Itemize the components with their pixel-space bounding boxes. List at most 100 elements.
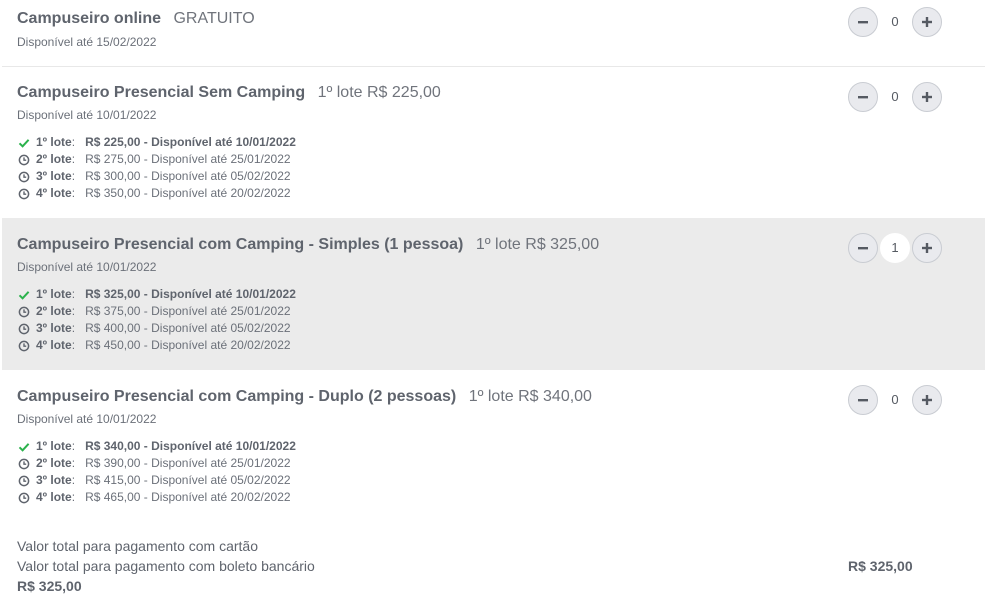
ticket-presencial-camping-duplo: Campuseiro Presencial com Camping - Dupl… [2, 370, 985, 522]
lot-label: 3º lote [36, 321, 72, 335]
ticket-selection-page: Campuseiro online GRATUITO Disponível at… [0, 0, 985, 605]
ticket-availability: Disponível até 10/01/2022 [17, 412, 157, 426]
ticket-availability: Disponível até 10/01/2022 [17, 108, 157, 122]
lot-label: 3º lote [36, 169, 72, 183]
check-icon [18, 289, 30, 301]
minus-icon [858, 96, 868, 99]
total-card-amount: R$ 325,00 [17, 578, 82, 594]
lot-label: 2º lote [36, 152, 72, 166]
lot-row: 2º lote: R$ 275,00 - Disponível até 25/01… [18, 151, 296, 168]
lot-separator: : [71, 473, 76, 487]
lot-detail: R$ 465,00 - Disponível até 20/02/2022 [85, 490, 291, 504]
total-card-label: Valor total para pagamento com cartão [17, 538, 258, 554]
lot-separator: : [71, 169, 76, 183]
minus-icon [858, 399, 868, 402]
lot-detail: R$ 225,00 - Disponível até 10/01/2022 [85, 135, 296, 149]
lot-label: 1º lote [36, 135, 72, 149]
lot-list: 1º lote: R$ 225,00 - Disponível até 10/01… [18, 134, 296, 202]
lot-list: 1º lote: R$ 340,00 - Disponível até 10/01… [18, 438, 296, 506]
ticket-name: Campuseiro online [17, 10, 162, 27]
clock-icon [18, 154, 30, 166]
decrease-button[interactable] [848, 7, 878, 37]
lot-label: 2º lote [36, 456, 72, 470]
lot-row: 2º lote: R$ 390,00 - Disponível até 25/01… [18, 455, 296, 472]
ticket-header: Campuseiro online GRATUITO [17, 10, 255, 28]
lot-detail: R$ 275,00 - Disponível até 25/01/2022 [85, 152, 291, 166]
decrease-button[interactable] [848, 233, 878, 263]
lot-row: 3º lote: R$ 415,00 - Disponível até 05/02… [18, 472, 296, 489]
lot-label: 1º lote [36, 439, 72, 453]
quantity-value[interactable]: 0 [880, 385, 910, 415]
lot-detail: R$ 450,00 - Disponível até 20/02/2022 [85, 338, 291, 352]
lot-detail: R$ 415,00 - Disponível até 05/02/2022 [85, 473, 291, 487]
lot-label: 1º lote [36, 287, 72, 301]
ticket-price: 1º lote R$ 325,00 [475, 236, 600, 253]
ticket-availability: Disponível até 15/02/2022 [17, 35, 157, 49]
lot-separator: : [71, 287, 76, 301]
check-icon [18, 137, 30, 149]
lot-detail: R$ 390,00 - Disponível até 25/01/2022 [85, 456, 291, 470]
quantity-stepper: 0 [848, 82, 944, 114]
ticket-header: Campuseiro Presencial com Camping - Simp… [17, 236, 599, 254]
ticket-availability: Disponível até 10/01/2022 [17, 260, 157, 274]
ticket-header: Campuseiro Presencial Sem Camping 1º lot… [17, 84, 441, 102]
ticket-campuseiro-online: Campuseiro online GRATUITO Disponível at… [2, 0, 985, 66]
lot-separator: : [71, 135, 76, 149]
check-icon [18, 441, 30, 453]
increase-button[interactable] [912, 233, 942, 263]
lot-row: 4º lote: R$ 350,00 - Disponível até 20/02… [18, 185, 296, 202]
plus-icon [922, 395, 932, 405]
quantity-stepper: 1 [848, 233, 944, 265]
lot-row: 1º lote: R$ 325,00 - Disponível até 10/01… [18, 286, 296, 303]
total-boleto-label: Valor total para pagamento com boleto ba… [17, 558, 315, 574]
plus-icon [922, 92, 932, 102]
lot-detail: R$ 325,00 - Disponível até 10/01/2022 [85, 287, 296, 301]
lot-row: 3º lote: R$ 400,00 - Disponível até 05/02… [18, 320, 296, 337]
increase-button[interactable] [912, 7, 942, 37]
lot-label: 2º lote [36, 304, 72, 318]
clock-icon [18, 458, 30, 470]
lot-label: 3º lote [36, 473, 72, 487]
lot-detail: R$ 400,00 - Disponível até 05/02/2022 [85, 321, 291, 335]
quantity-value[interactable]: 0 [880, 82, 910, 112]
lot-separator: : [71, 338, 76, 352]
lot-label: 4º lote [36, 186, 72, 200]
ticket-presencial-camping-simples: Campuseiro Presencial com Camping - Simp… [2, 218, 985, 370]
ticket-price: GRATUITO [173, 10, 255, 27]
lot-row: 4º lote: R$ 465,00 - Disponível até 20/02… [18, 489, 296, 506]
lot-separator: : [71, 152, 76, 166]
lot-row: 1º lote: R$ 340,00 - Disponível até 10/01… [18, 438, 296, 455]
ticket-price: 1º lote R$ 340,00 [468, 388, 592, 405]
increase-button[interactable] [912, 82, 942, 112]
lot-detail: R$ 375,00 - Disponível até 25/01/2022 [85, 304, 291, 318]
clock-icon [18, 340, 30, 352]
plus-icon [922, 243, 932, 253]
lot-separator: : [71, 490, 76, 504]
quantity-stepper: 0 [848, 385, 944, 417]
clock-icon [18, 475, 30, 487]
lot-label: 4º lote [36, 490, 72, 504]
ticket-header: Campuseiro Presencial com Camping - Dupl… [17, 388, 592, 406]
lot-separator: : [71, 321, 76, 335]
quantity-value[interactable]: 0 [880, 7, 910, 37]
lot-detail: R$ 340,00 - Disponível até 10/01/2022 [85, 439, 296, 453]
lot-row: 3º lote: R$ 300,00 - Disponível até 05/02… [18, 168, 296, 185]
lot-list: 1º lote: R$ 325,00 - Disponível até 10/01… [18, 286, 296, 354]
clock-icon [18, 171, 30, 183]
lot-detail: R$ 350,00 - Disponível até 20/02/2022 [85, 186, 291, 200]
minus-icon [858, 247, 868, 250]
quantity-stepper: 0 [848, 7, 944, 39]
decrease-button[interactable] [848, 385, 878, 415]
plus-icon [922, 17, 932, 27]
increase-button[interactable] [912, 385, 942, 415]
decrease-button[interactable] [848, 82, 878, 112]
lot-separator: : [71, 186, 76, 200]
ticket-presencial-sem-camping: Campuseiro Presencial Sem Camping 1º lot… [2, 67, 985, 218]
ticket-name: Campuseiro Presencial com Camping - Dupl… [17, 388, 457, 405]
lot-detail: R$ 300,00 - Disponível até 05/02/2022 [85, 169, 291, 183]
lot-row: 4º lote: R$ 450,00 - Disponível até 20/02… [18, 337, 296, 354]
ticket-name: Campuseiro Presencial Sem Camping [17, 84, 306, 101]
lot-row: 2º lote: R$ 375,00 - Disponível até 25/01… [18, 303, 296, 320]
quantity-value[interactable]: 1 [880, 233, 910, 263]
lot-separator: : [71, 456, 76, 470]
